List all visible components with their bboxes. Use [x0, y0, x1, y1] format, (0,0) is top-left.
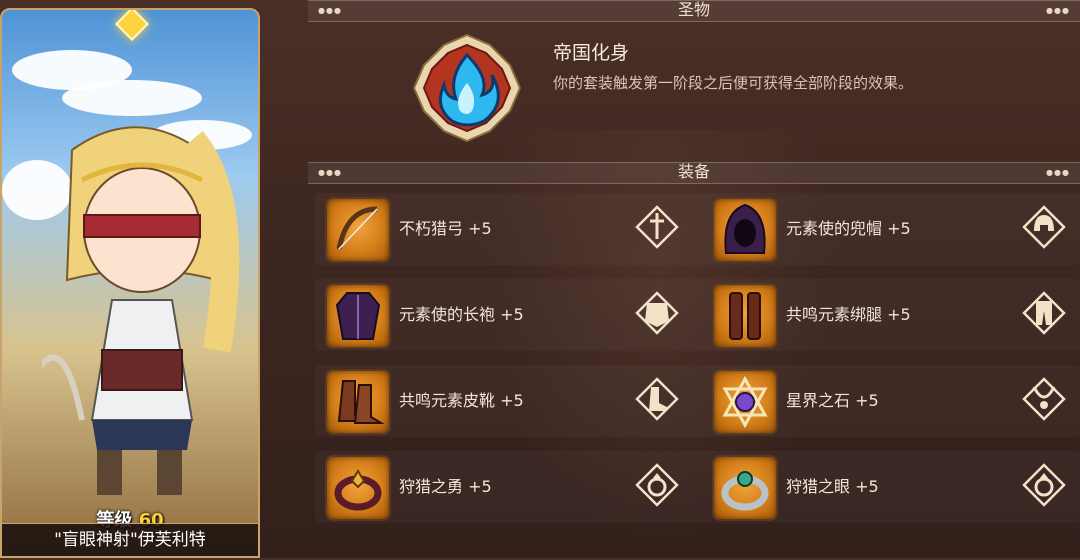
equipment-label: 共鸣元素皮靴 +5 — [399, 391, 524, 410]
equipment-label: 元素使的兜帽 +5 — [786, 219, 911, 238]
hero-name: "盲眼神射"伊芙利特 — [2, 523, 258, 556]
ring-icon — [325, 455, 391, 521]
equipment-section-header: ●●● ●●● 装备 — [308, 162, 1080, 184]
equipment-label: 狩猎之眼 +5 — [786, 477, 879, 496]
relic-name: 帝国化身 — [553, 42, 630, 64]
relic-slot[interactable] — [412, 33, 522, 143]
equipment-item-hood[interactable]: 元素使的兜帽 +5 — [692, 193, 1066, 263]
equipment-label: 星界之石 +5 — [786, 391, 879, 410]
equipment-item-star-stone[interactable]: 星界之石 +5 — [692, 365, 1066, 435]
relic-section-title: 圣物 — [677, 0, 710, 19]
hero-card[interactable]: 等级 60 "盲眼神射"伊芙利特 — [0, 8, 260, 558]
boots-slot-icon — [635, 377, 679, 421]
hood-icon — [712, 197, 778, 263]
equipment-item-leggings[interactable]: 共鸣元素绑腿 +5 — [692, 279, 1066, 349]
equipment-item-hunt-eye-ring[interactable]: 狩猎之眼 +5 — [692, 451, 1066, 521]
bow-icon — [325, 197, 391, 263]
armor-slot-icon — [635, 291, 679, 335]
equipment-item-bow[interactable]: 不朽猎弓 +5 — [305, 193, 679, 263]
relic-section-header: ●●● ●●● 圣物 — [308, 0, 1080, 22]
equipment-label: 共鸣元素绑腿 +5 — [786, 305, 911, 324]
rarity-gem-icon — [115, 10, 149, 41]
equipment-label: 元素使的长袍 +5 — [399, 305, 524, 324]
necklace-slot-icon — [1022, 377, 1066, 421]
equipment-label: 不朽猎弓 +5 — [399, 219, 492, 238]
relic-description: 你的套装触发第一阶段之后便可获得全部阶段的效果。 — [553, 74, 914, 92]
cloud — [62, 80, 202, 116]
hero-portrait — [42, 126, 240, 495]
equipment-section-title: 装备 — [677, 162, 710, 181]
leggings-icon — [712, 283, 778, 349]
equipment-label: 狩猎之勇 +5 — [399, 477, 492, 496]
ring-slot-icon — [635, 463, 679, 507]
robe-icon — [325, 283, 391, 349]
ring-icon — [712, 455, 778, 521]
equipment-item-robe[interactable]: 元素使的长袍 +5 — [305, 279, 679, 349]
pants-slot-icon — [1022, 291, 1066, 335]
star-stone-icon — [712, 369, 778, 435]
helmet-slot-icon — [1022, 205, 1066, 249]
weapon-slot-icon — [635, 205, 679, 249]
equipment-item-hunt-courage-ring[interactable]: 狩猎之勇 +5 — [305, 451, 679, 521]
boots-icon — [325, 369, 391, 435]
equipment-item-boots[interactable]: 共鸣元素皮靴 +5 — [305, 365, 679, 435]
ring-slot-icon — [1022, 463, 1066, 507]
